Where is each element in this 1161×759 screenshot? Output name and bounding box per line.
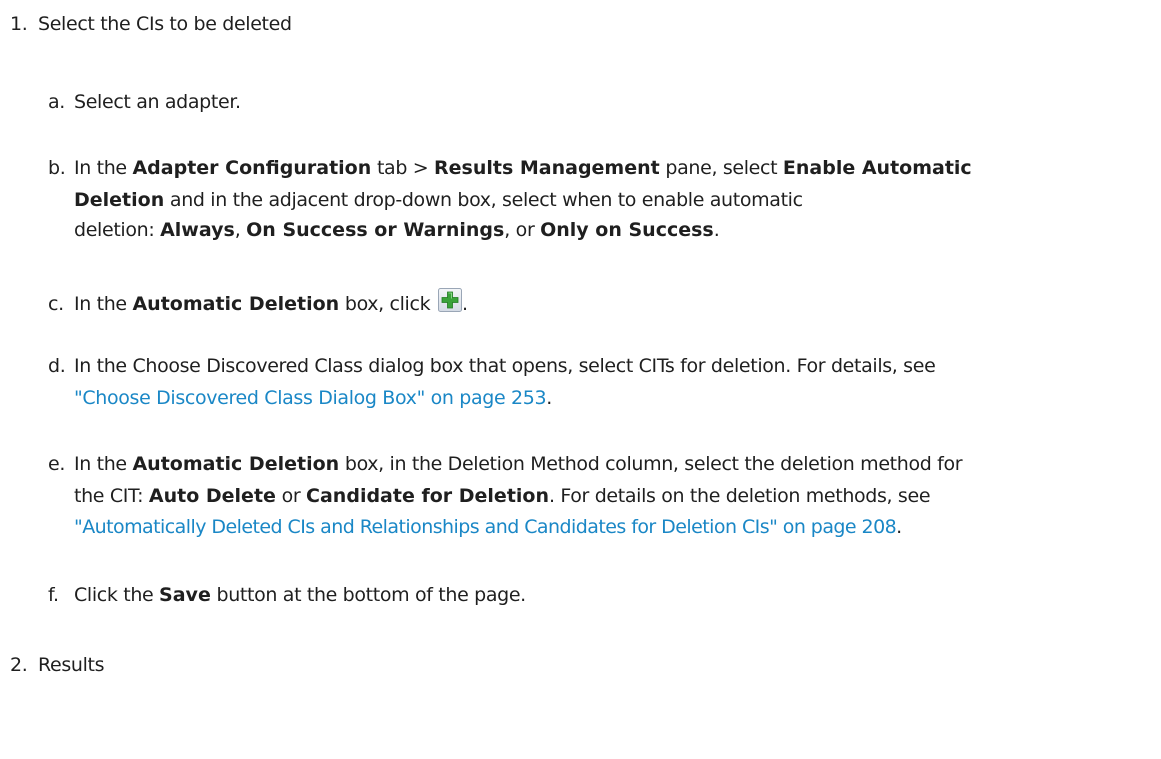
text-run: the CIT: [74,485,149,507]
step-number: 2. [10,654,28,676]
substep-e-line-1: e. In the Automatic Deletion box, in the … [48,452,963,476]
substep-e-line-2: the CIT: Auto Delete or Candidate for De… [74,484,931,508]
text-run: . For details on the deletion methods, s… [549,485,931,507]
option-auto-delete: Auto Delete [148,485,276,507]
substep-d-line-2: "Choose Discovered Class Dialog Box" on … [74,386,552,410]
substep-marker: c. [48,293,64,315]
substep-marker: e. [48,453,66,475]
text-run: . [896,516,902,538]
text-run: , [234,219,247,241]
ui-term-save: Save [159,584,211,606]
add-plus-icon [437,288,462,312]
substep-b-line-1: b. In the Adapter Configuration tab > Res… [48,156,972,180]
text-run: and in the adjacent drop-down box, selec… [164,189,803,211]
substep-a: a. Select an adapter. [48,90,241,114]
substep-marker: f. [48,584,59,606]
text-run: . [713,219,720,241]
text-run: or [275,485,307,507]
cross-reference-link[interactable]: "Automatically Deleted CIs and Relations… [74,516,897,538]
option-candidate-for-deletion: Candidate for Deletion [306,485,549,507]
text-run: box, click [339,293,436,315]
step-number: 1. [10,13,28,35]
ui-term-automatic-deletion: Automatic Deletion [132,293,340,315]
text-run: Click the [74,584,160,606]
text-run: box, in the Deletion Method column, sele… [339,453,963,475]
option-only-on-success: Only on Success [540,219,714,241]
substep-e-line-3: "Automatically Deleted CIs and Relations… [74,515,902,539]
text-run: . [546,387,552,409]
ui-term-enable-automatic: Enable Automatic [782,157,972,179]
substep-text: Select an adapter. [74,91,241,113]
substep-c: c. In the Automatic Deletion box, click . [48,288,468,316]
substep-f: f. Click the Save button at the bottom of… [48,583,526,607]
ui-term-results-management: Results Management [434,157,660,179]
substep-marker: d. [48,355,66,377]
text-run: button at the bottom of the page. [210,584,527,606]
text-run: tab > [371,157,434,179]
text-run: In the [74,293,133,315]
text-run: pane, select [659,157,783,179]
step-2-heading: 2. Results [10,653,105,677]
text-run: In the Choose Discovered Class dialog bo… [74,355,936,377]
substep-marker: b. [48,157,66,179]
ui-term-deletion: Deletion [74,189,165,211]
text-run: In the [74,453,133,475]
option-on-success-or-warnings: On Success or Warnings [246,219,505,241]
text-run: deletion: [74,219,161,241]
substep-b-line-3: deletion: Always, On Success or Warnings… [74,218,720,242]
substep-b-line-2: Deletion and in the adjacent drop-down b… [74,188,803,212]
text-run: In the [74,157,133,179]
text-run: , or [504,219,541,241]
step-1-heading: 1. Select the CIs to be deleted [10,12,292,36]
cross-reference-link[interactable]: "Choose Discovered Class Dialog Box" on … [74,387,547,409]
ui-term-automatic-deletion: Automatic Deletion [132,453,340,475]
step-title: Results [38,654,105,676]
step-title: Select the CIs to be deleted [38,13,292,35]
option-always: Always [160,219,235,241]
substep-marker: a. [48,91,65,113]
text-run: . [461,293,468,315]
substep-d-line-1: d. In the Choose Discovered Class dialog … [48,354,936,378]
ui-term-adapter-configuration: Adapter Configuration [132,157,372,179]
